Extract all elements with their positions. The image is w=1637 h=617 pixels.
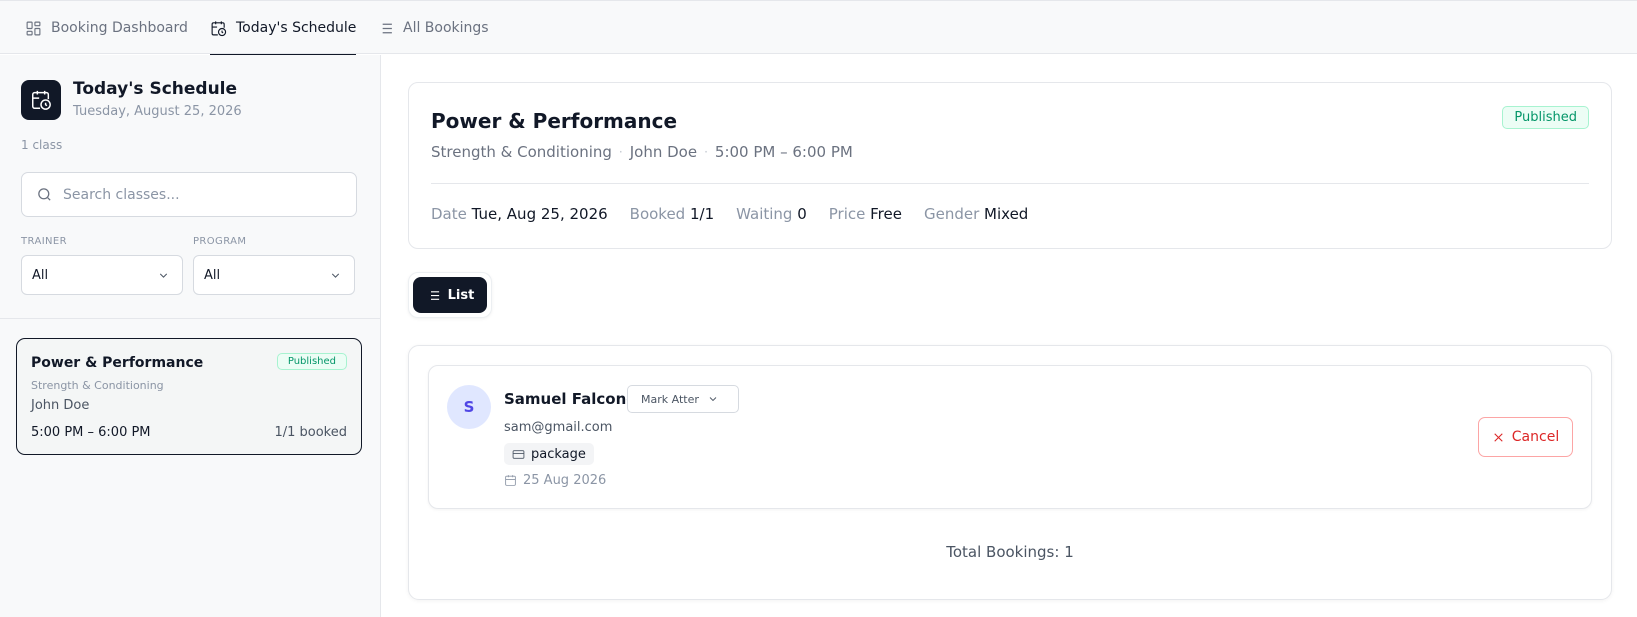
tab-label: Booking Dashboard (51, 20, 188, 36)
program-select[interactable]: All (193, 255, 355, 295)
mark-attendance-select[interactable]: Mark Attendance (627, 385, 739, 413)
status-badge: Published (276, 353, 347, 370)
tab-all-bookings[interactable]: All Bookings (377, 1, 489, 55)
search-input[interactable] (63, 186, 333, 203)
bookings-panel: S Samuel Falcone Mark Attendance sam@gma… (408, 345, 1612, 600)
meta-waiting-value: 0 (797, 205, 807, 223)
class-subtitle: Strength & Conditioning · John Doe · 5:0… (431, 143, 853, 161)
booking-type-badge: package (504, 443, 594, 465)
list-view-button[interactable]: List (413, 277, 487, 313)
meta-waiting: Waiting 0 (736, 205, 807, 223)
schedule-header-icon (21, 80, 61, 120)
tab-label: Today's Schedule (236, 20, 357, 36)
meta-gender-label: Gender (923, 205, 980, 223)
meta-gender: Gender Mixed (924, 205, 1028, 223)
booking-type: package (531, 446, 586, 462)
trainer-filter-label: TRAINER (21, 236, 67, 247)
calendar-clock-icon (32, 90, 51, 110)
meta-booked: Booked 1/1 (630, 205, 714, 223)
meta-date-label: Date (431, 205, 467, 223)
sidebar-divider (0, 318, 380, 319)
booking-date-value: 25 Aug 2026 (523, 473, 607, 488)
sidebar: Today's Schedule Tuesday, August 25, 202… (0, 55, 381, 617)
status-badge: Published (1502, 106, 1589, 129)
search-box (21, 172, 357, 217)
cancel-booking-button[interactable]: Cancel (1478, 417, 1573, 457)
trainer-select-value: All (32, 267, 49, 283)
class-card-title: Power & Performance (31, 355, 204, 371)
list-icon (379, 23, 392, 33)
chevron-down-icon (709, 397, 717, 402)
booking-row: S Samuel Falcone Mark Attendance sam@gma… (428, 365, 1592, 509)
separator-dot: · (704, 145, 708, 159)
meta-booked-value: 1/1 (689, 205, 715, 223)
program-select-value: All (204, 267, 221, 283)
separator-dot: · (618, 145, 623, 159)
class-card-time: 5:00 PM – 6:00 PM (31, 425, 151, 440)
class-card-trainer: John Doe (31, 398, 90, 413)
tab-booking-dashboard[interactable]: Booking Dashboard (25, 1, 188, 55)
sidebar-date: Tuesday, August 25, 2026 (73, 104, 242, 119)
attendee-name: Samuel Falcone (504, 390, 637, 408)
meta-date: Date Tue, Aug 25, 2026 (431, 205, 608, 223)
attendee-email: sam@gmail.com (504, 420, 613, 435)
class-program: Strength & Conditioning (431, 143, 612, 161)
chevron-down-icon (331, 273, 340, 278)
calendar-clock-icon (211, 20, 227, 36)
top-nav: Booking Dashboard Today's Schedule All B… (0, 0, 1637, 56)
avatar: S (447, 385, 491, 429)
meta-price-value: Free (870, 205, 902, 223)
class-meta: Date Tue, Aug 25, 2026 Booked 1/1 Waitin… (431, 205, 1028, 223)
list-view-label: List (447, 287, 475, 303)
chevron-down-icon (159, 273, 168, 278)
view-toggle: List (408, 272, 492, 318)
dashboard-icon (26, 21, 41, 35)
class-time: 5:00 PM – 6:00 PM (714, 143, 853, 161)
class-title: Power & Performance (431, 109, 678, 133)
class-trainer: John Doe (629, 143, 698, 161)
meta-price: Price Free (829, 205, 902, 223)
tab-todays-schedule[interactable]: Today's Schedule (210, 1, 357, 56)
credit-card-icon (512, 449, 525, 459)
list-icon (427, 290, 439, 300)
search-icon (38, 188, 51, 201)
sidebar-title: Today's Schedule (73, 79, 238, 99)
trainer-select[interactable]: All (21, 255, 183, 295)
meta-price-label: Price (828, 205, 866, 223)
class-card-booked: 1/1 booked (274, 425, 347, 440)
total-bookings: Total Bookings: 1 (946, 543, 1074, 561)
class-detail-card: Power & Performance Published Strength &… (408, 82, 1612, 249)
close-icon (1494, 432, 1503, 442)
meta-booked-label: Booked (629, 205, 686, 223)
meta-date-value: Tue, Aug 25, 2026 (471, 205, 608, 223)
calendar-icon (505, 475, 516, 486)
detail-divider (431, 183, 1589, 184)
mark-attendance-label: Mark Attendance (641, 392, 699, 406)
class-card[interactable]: Power & Performance Published Strength &… (16, 338, 362, 455)
booking-date: 25 Aug 2026 (504, 473, 606, 488)
class-count: 1 class (21, 138, 63, 152)
tab-label: All Bookings (403, 20, 489, 36)
cancel-label: Cancel (1511, 429, 1560, 445)
meta-gender-value: Mixed (984, 205, 1029, 223)
class-card-program: Strength & Conditioning (31, 379, 164, 392)
program-filter-label: PROGRAM (193, 236, 247, 247)
meta-waiting-label: Waiting (736, 205, 793, 223)
